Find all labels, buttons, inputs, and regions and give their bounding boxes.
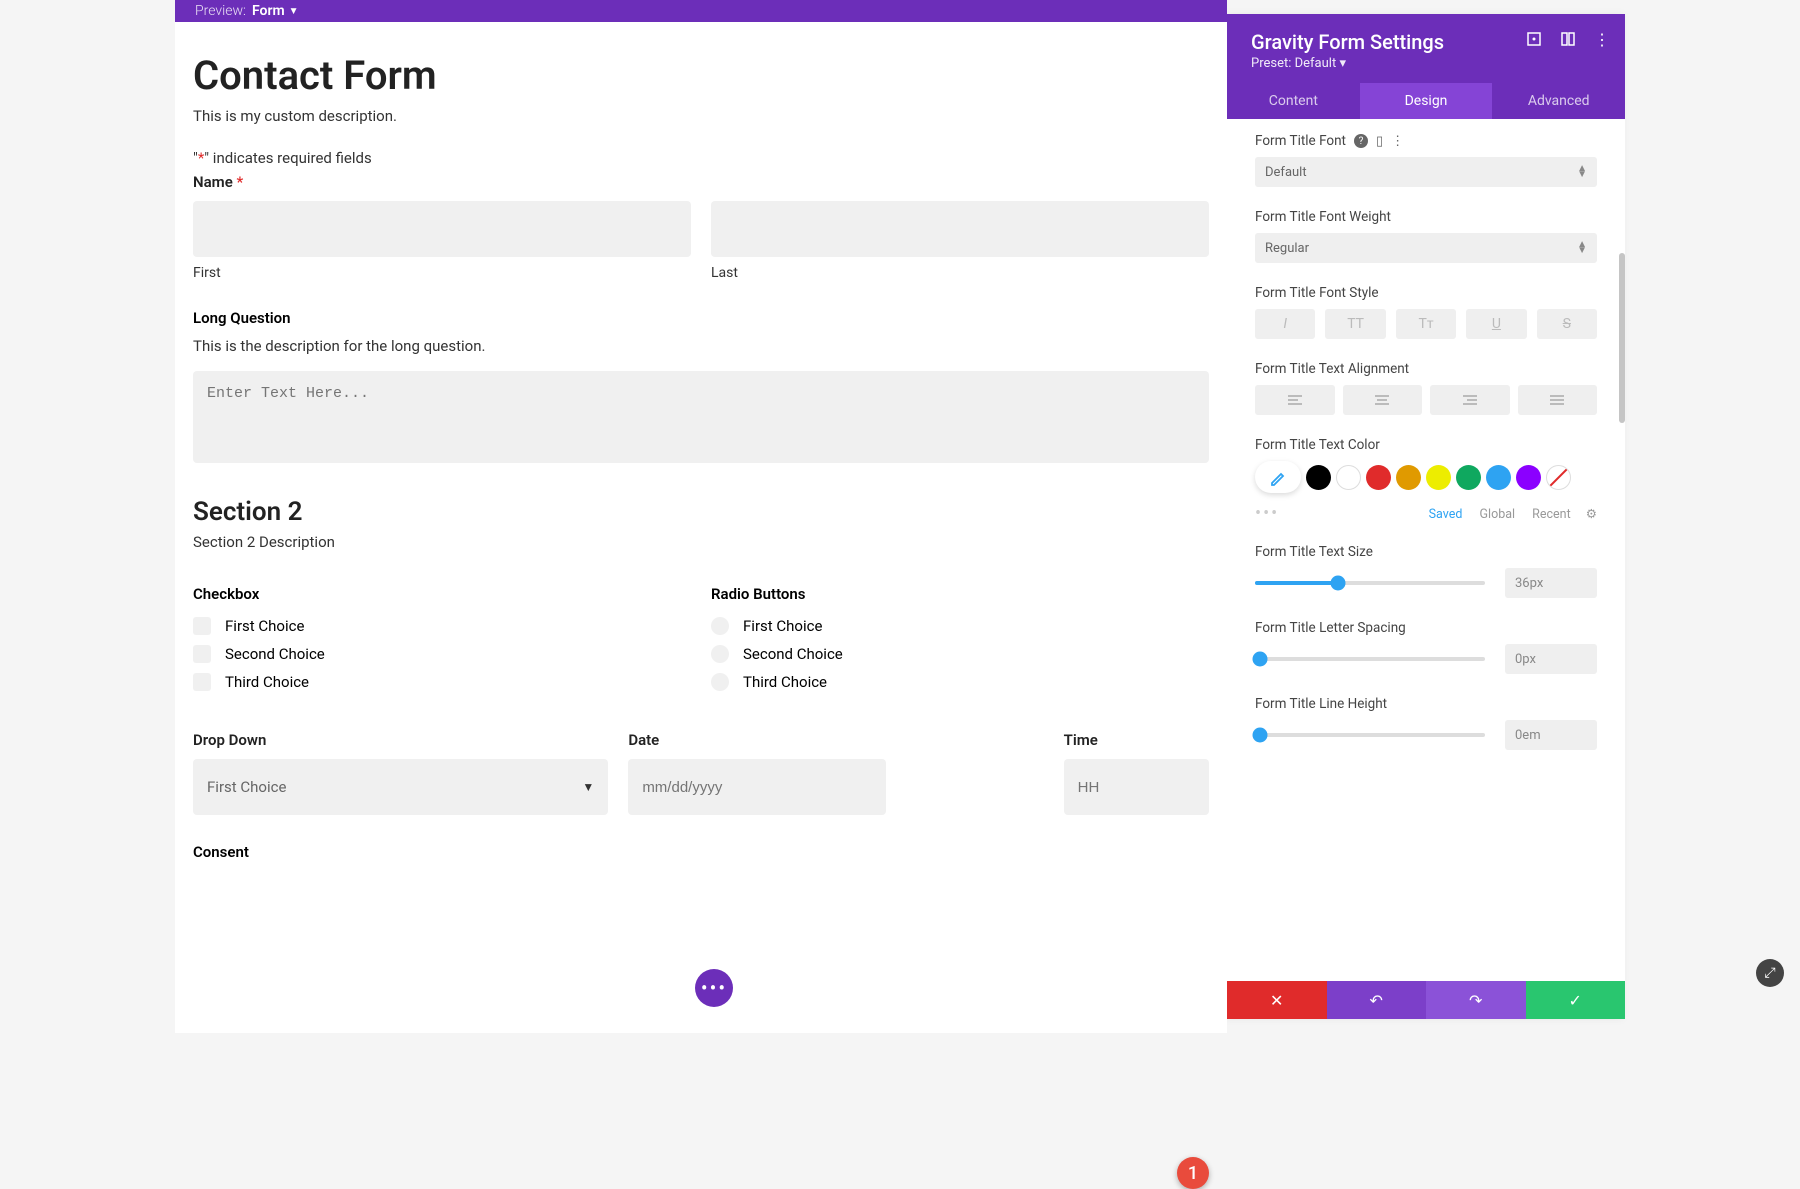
section-desc: Section 2 Description bbox=[193, 533, 1209, 551]
smallcaps-button[interactable]: Tт bbox=[1396, 309, 1456, 339]
more-colors-icon[interactable]: ••• bbox=[1255, 503, 1279, 524]
columns-icon[interactable] bbox=[1559, 30, 1577, 48]
size-label: Form Title Text Size bbox=[1255, 544, 1597, 560]
first-sublabel: First bbox=[193, 265, 691, 281]
gear-icon[interactable]: ⚙ bbox=[1586, 507, 1597, 522]
dropdown-label: Drop Down bbox=[193, 731, 608, 749]
color-swatch-white[interactable] bbox=[1336, 465, 1361, 490]
align-right-button[interactable] bbox=[1430, 385, 1510, 415]
time-label: Time bbox=[1064, 731, 1209, 749]
color-swatch-black[interactable] bbox=[1306, 465, 1331, 490]
select-arrows-icon: ▲▼ bbox=[1577, 166, 1587, 178]
select-arrows-icon: ▲▼ bbox=[1577, 242, 1587, 254]
font-select[interactable]: Default ▲▼ bbox=[1255, 157, 1597, 187]
preview-value: Form bbox=[252, 3, 285, 19]
checkbox-item[interactable]: Second Choice bbox=[193, 645, 691, 663]
tab-content[interactable]: Content bbox=[1227, 83, 1360, 119]
expand-icon[interactable] bbox=[1525, 30, 1543, 48]
form-title: Contact Form bbox=[193, 52, 1209, 99]
last-name-input[interactable] bbox=[711, 201, 1209, 257]
chevron-down-icon: ▼ bbox=[582, 780, 594, 794]
eyedropper-button[interactable] bbox=[1255, 461, 1301, 493]
checkbox-item[interactable]: Third Choice bbox=[193, 673, 691, 691]
radio-icon bbox=[711, 645, 729, 663]
close-button[interactable]: ✕ bbox=[1227, 981, 1327, 1019]
radio-item[interactable]: First Choice bbox=[711, 617, 1209, 635]
weight-select[interactable]: Regular ▲▼ bbox=[1255, 233, 1597, 263]
date-label: Date bbox=[628, 731, 1043, 749]
radio-group-label: Radio Buttons bbox=[711, 585, 1209, 603]
tab-design[interactable]: Design bbox=[1360, 83, 1493, 119]
checkbox-icon bbox=[193, 617, 211, 635]
spacing-value[interactable]: 0px bbox=[1505, 644, 1597, 674]
redo-button[interactable]: ↷ bbox=[1426, 981, 1526, 1019]
color-swatch-orange[interactable] bbox=[1396, 465, 1421, 490]
name-label: Name * bbox=[193, 173, 1209, 191]
first-name-input[interactable] bbox=[193, 201, 691, 257]
save-button[interactable]: ✓ bbox=[1526, 981, 1626, 1019]
date-input[interactable] bbox=[628, 759, 885, 815]
color-label: Form Title Text Color bbox=[1255, 437, 1597, 453]
color-swatch-none[interactable] bbox=[1546, 465, 1571, 490]
radio-item[interactable]: Third Choice bbox=[711, 673, 1209, 691]
align-justify-button[interactable] bbox=[1518, 385, 1598, 415]
time-input[interactable] bbox=[1064, 759, 1209, 815]
checkbox-icon bbox=[193, 673, 211, 691]
preset-selector[interactable]: Preset: Default ▾ bbox=[1251, 56, 1601, 71]
more-options-fab[interactable]: ••• bbox=[695, 969, 733, 1007]
uppercase-button[interactable]: TT bbox=[1325, 309, 1385, 339]
align-label: Form Title Text Alignment bbox=[1255, 361, 1597, 377]
long-question-label: Long Question bbox=[193, 309, 1209, 327]
spacing-slider[interactable] bbox=[1255, 657, 1485, 661]
color-swatch-red[interactable] bbox=[1366, 465, 1391, 490]
style-label: Form Title Font Style bbox=[1255, 285, 1597, 301]
section-title: Section 2 bbox=[193, 497, 1209, 527]
radio-icon bbox=[711, 673, 729, 691]
preview-label: Preview: bbox=[195, 3, 246, 19]
undo-button[interactable]: ↶ bbox=[1327, 981, 1427, 1019]
size-slider[interactable] bbox=[1255, 581, 1485, 585]
color-swatch-blue[interactable] bbox=[1486, 465, 1511, 490]
radio-icon bbox=[711, 617, 729, 635]
size-value[interactable]: 36px bbox=[1505, 568, 1597, 598]
dropdown-select[interactable]: First Choice ▼ bbox=[193, 759, 608, 815]
lineheight-slider[interactable] bbox=[1255, 733, 1485, 737]
lineheight-label: Form Title Line Height bbox=[1255, 696, 1597, 712]
preview-bar[interactable]: Preview: Form ▼ bbox=[175, 0, 1227, 22]
last-sublabel: Last bbox=[711, 265, 1209, 281]
radio-item[interactable]: Second Choice bbox=[711, 645, 1209, 663]
long-question-textarea[interactable] bbox=[193, 371, 1209, 463]
color-swatch-green[interactable] bbox=[1456, 465, 1481, 490]
color-tab-global[interactable]: Global bbox=[1480, 507, 1516, 522]
more-vertical-icon[interactable]: ⋮ bbox=[1391, 134, 1404, 149]
underline-button[interactable]: U bbox=[1466, 309, 1526, 339]
expand-fab[interactable]: ⤢ bbox=[1756, 959, 1784, 987]
long-question-desc: This is the description for the long que… bbox=[193, 337, 1209, 355]
required-note: "*" indicates required fields bbox=[193, 149, 1209, 167]
scrollbar-thumb[interactable] bbox=[1619, 253, 1625, 423]
consent-label: Consent bbox=[193, 843, 1209, 861]
notification-badge[interactable]: 1 bbox=[1177, 1157, 1209, 1189]
font-label: Form Title Font ? ▯ ⋮ bbox=[1255, 133, 1597, 149]
align-left-button[interactable] bbox=[1255, 385, 1335, 415]
lineheight-value[interactable]: 0em bbox=[1505, 720, 1597, 750]
checkbox-icon bbox=[193, 645, 211, 663]
color-tab-saved[interactable]: Saved bbox=[1429, 507, 1463, 522]
spacing-label: Form Title Letter Spacing bbox=[1255, 620, 1597, 636]
color-swatch-purple[interactable] bbox=[1516, 465, 1541, 490]
weight-label: Form Title Font Weight bbox=[1255, 209, 1597, 225]
italic-button[interactable]: I bbox=[1255, 309, 1315, 339]
align-center-button[interactable] bbox=[1343, 385, 1423, 415]
help-icon[interactable]: ? bbox=[1354, 134, 1368, 148]
checkbox-group-label: Checkbox bbox=[193, 585, 691, 603]
form-description: This is my custom description. bbox=[193, 107, 1209, 125]
tab-advanced[interactable]: Advanced bbox=[1492, 83, 1625, 119]
more-vertical-icon[interactable]: ⋮ bbox=[1593, 30, 1611, 48]
chevron-down-icon: ▼ bbox=[289, 6, 299, 17]
mobile-icon[interactable]: ▯ bbox=[1376, 134, 1383, 149]
checkbox-item[interactable]: First Choice bbox=[193, 617, 691, 635]
strikethrough-button[interactable]: S bbox=[1537, 309, 1597, 339]
color-swatch-yellow[interactable] bbox=[1426, 465, 1451, 490]
color-tab-recent[interactable]: Recent bbox=[1532, 507, 1571, 522]
